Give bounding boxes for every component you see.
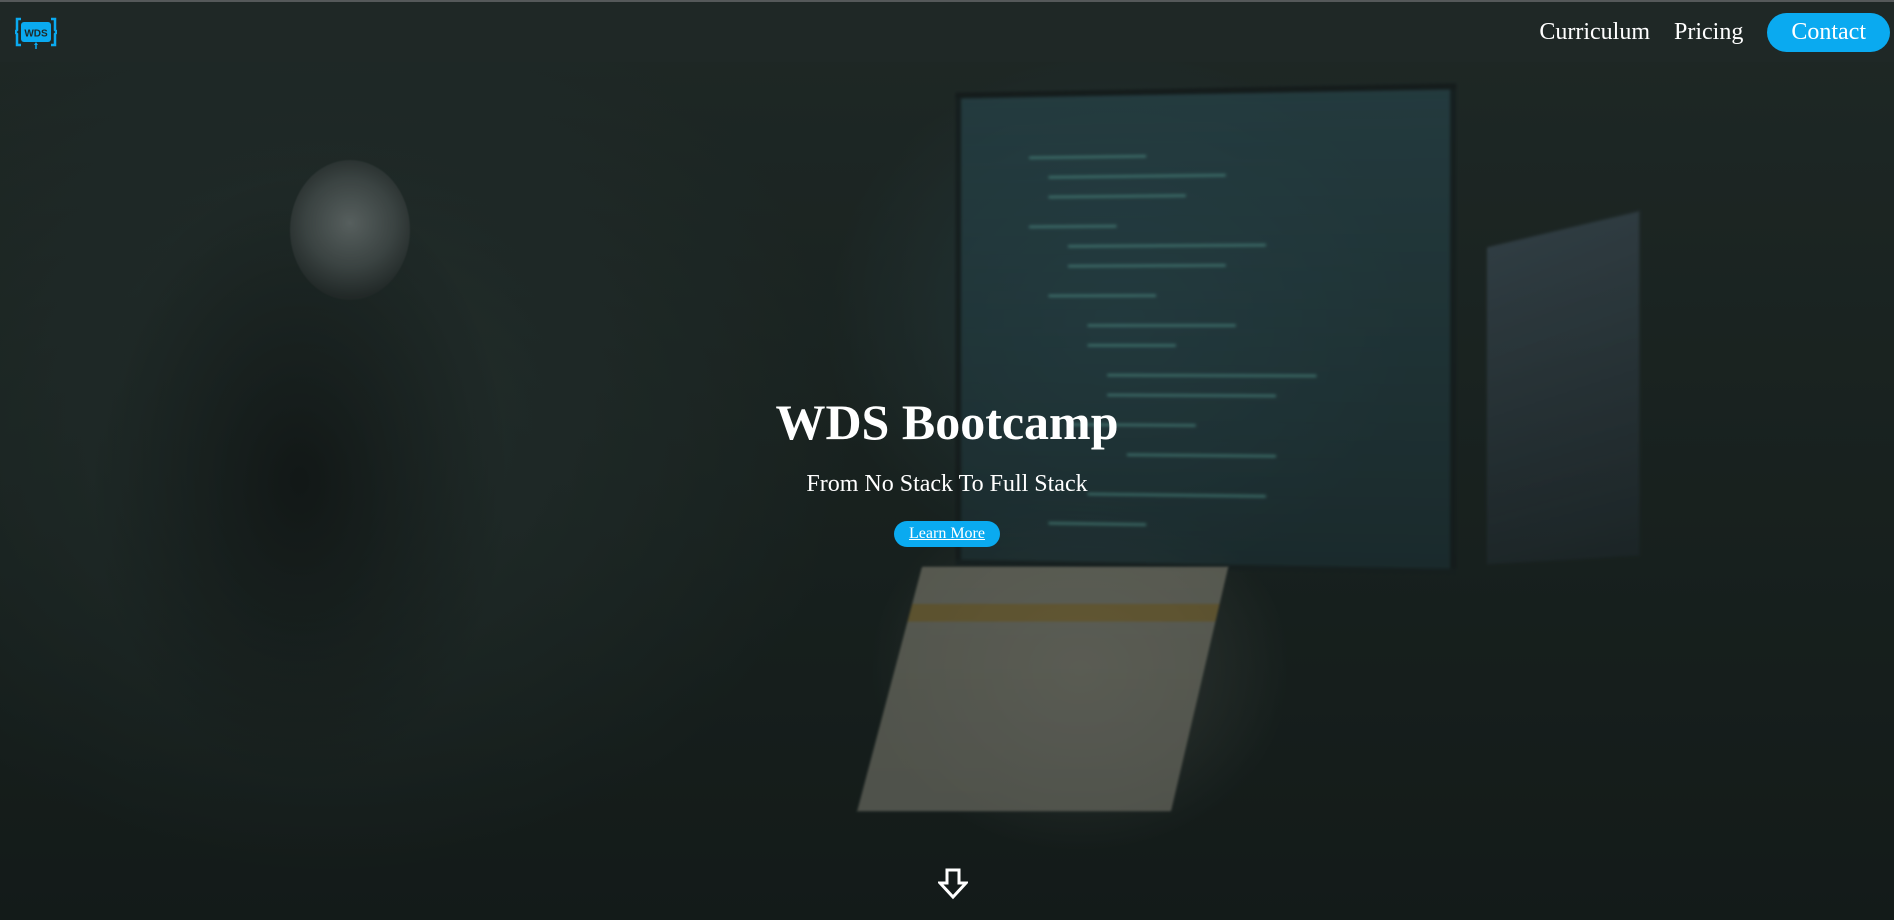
hero-content: WDS Bootcamp From No Stack To Full Stack… <box>0 392 1894 547</box>
hero-title: WDS Bootcamp <box>775 394 1119 450</box>
logo-text: WDS <box>24 29 48 40</box>
page: WDS Curriculum Pricing Contact WDS Bootc… <box>0 0 1894 920</box>
navbar: WDS Curriculum Pricing Contact <box>0 0 1894 62</box>
contact-button[interactable]: Contact <box>1767 13 1890 52</box>
arrow-down-icon[interactable] <box>938 868 968 900</box>
learn-more-button[interactable]: Learn More <box>894 521 1000 547</box>
nav-link-curriculum[interactable]: Curriculum <box>1527 14 1662 51</box>
nav-links: Curriculum Pricing Contact <box>1527 13 1890 52</box>
wds-logo-icon[interactable]: WDS <box>15 15 57 49</box>
nav-link-pricing[interactable]: Pricing <box>1662 14 1755 51</box>
hero-subtitle: From No Stack To Full Stack <box>806 471 1088 497</box>
